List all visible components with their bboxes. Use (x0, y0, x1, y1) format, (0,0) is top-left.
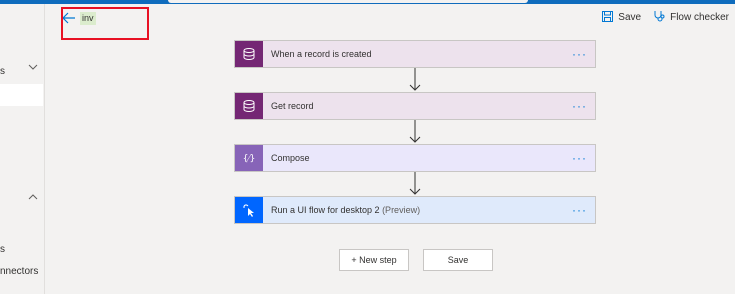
chevron-down-icon[interactable] (28, 62, 38, 75)
annotation-highlight-box (61, 7, 149, 40)
flow-checker-button[interactable]: Flow checker (653, 10, 729, 25)
step-label-main: Run a UI flow for desktop 2 (271, 205, 380, 215)
sidebar-item-label[interactable]: s (0, 244, 5, 255)
step-card-compose[interactable]: {⁄} Compose ··· (234, 144, 596, 172)
save-icon (602, 10, 614, 25)
sidebar-selected-item[interactable] (0, 84, 43, 106)
step-card-run-ui-flow[interactable]: Run a UI flow for desktop 2 (Preview) ··… (234, 196, 596, 224)
connector-arrow (409, 172, 421, 196)
step-card-trigger[interactable]: When a record is created ··· (234, 40, 596, 68)
ui-flow-icon (235, 197, 263, 223)
dataverse-icon (235, 93, 263, 119)
sidebar-item-label[interactable]: nnectors (0, 266, 38, 277)
connector-arrow (409, 68, 421, 92)
sidebar: s s nnectors (0, 4, 45, 294)
save-label: Save (618, 12, 642, 23)
top-strip (0, 0, 735, 4)
sidebar-item-label[interactable]: s (0, 66, 5, 77)
search-bar-edge (168, 0, 528, 3)
chevron-up-icon[interactable] (28, 192, 38, 205)
step-card-get-record[interactable]: Get record ··· (234, 92, 596, 120)
step-label: Get record (271, 101, 314, 111)
flow-checker-label: Flow checker (670, 12, 729, 23)
step-label: Run a UI flow for desktop 2 (Preview) (271, 205, 420, 215)
dataverse-icon (235, 41, 263, 67)
save-flow-button[interactable]: Save (423, 249, 493, 271)
more-options-icon[interactable]: ··· (572, 99, 587, 113)
save-button[interactable]: Save (602, 10, 642, 25)
more-options-icon[interactable]: ··· (572, 47, 587, 61)
new-step-button[interactable]: + New step (339, 249, 409, 271)
toolbar: Save Flow checker (602, 10, 729, 25)
stethoscope-icon (653, 10, 665, 25)
step-label: When a record is created (271, 49, 372, 59)
step-label: Compose (271, 153, 310, 163)
compose-icon: {⁄} (235, 145, 263, 171)
step-label-preview: (Preview) (379, 205, 421, 215)
more-options-icon[interactable]: ··· (572, 151, 587, 165)
more-options-icon[interactable]: ··· (572, 203, 587, 217)
connector-arrow (409, 120, 421, 144)
